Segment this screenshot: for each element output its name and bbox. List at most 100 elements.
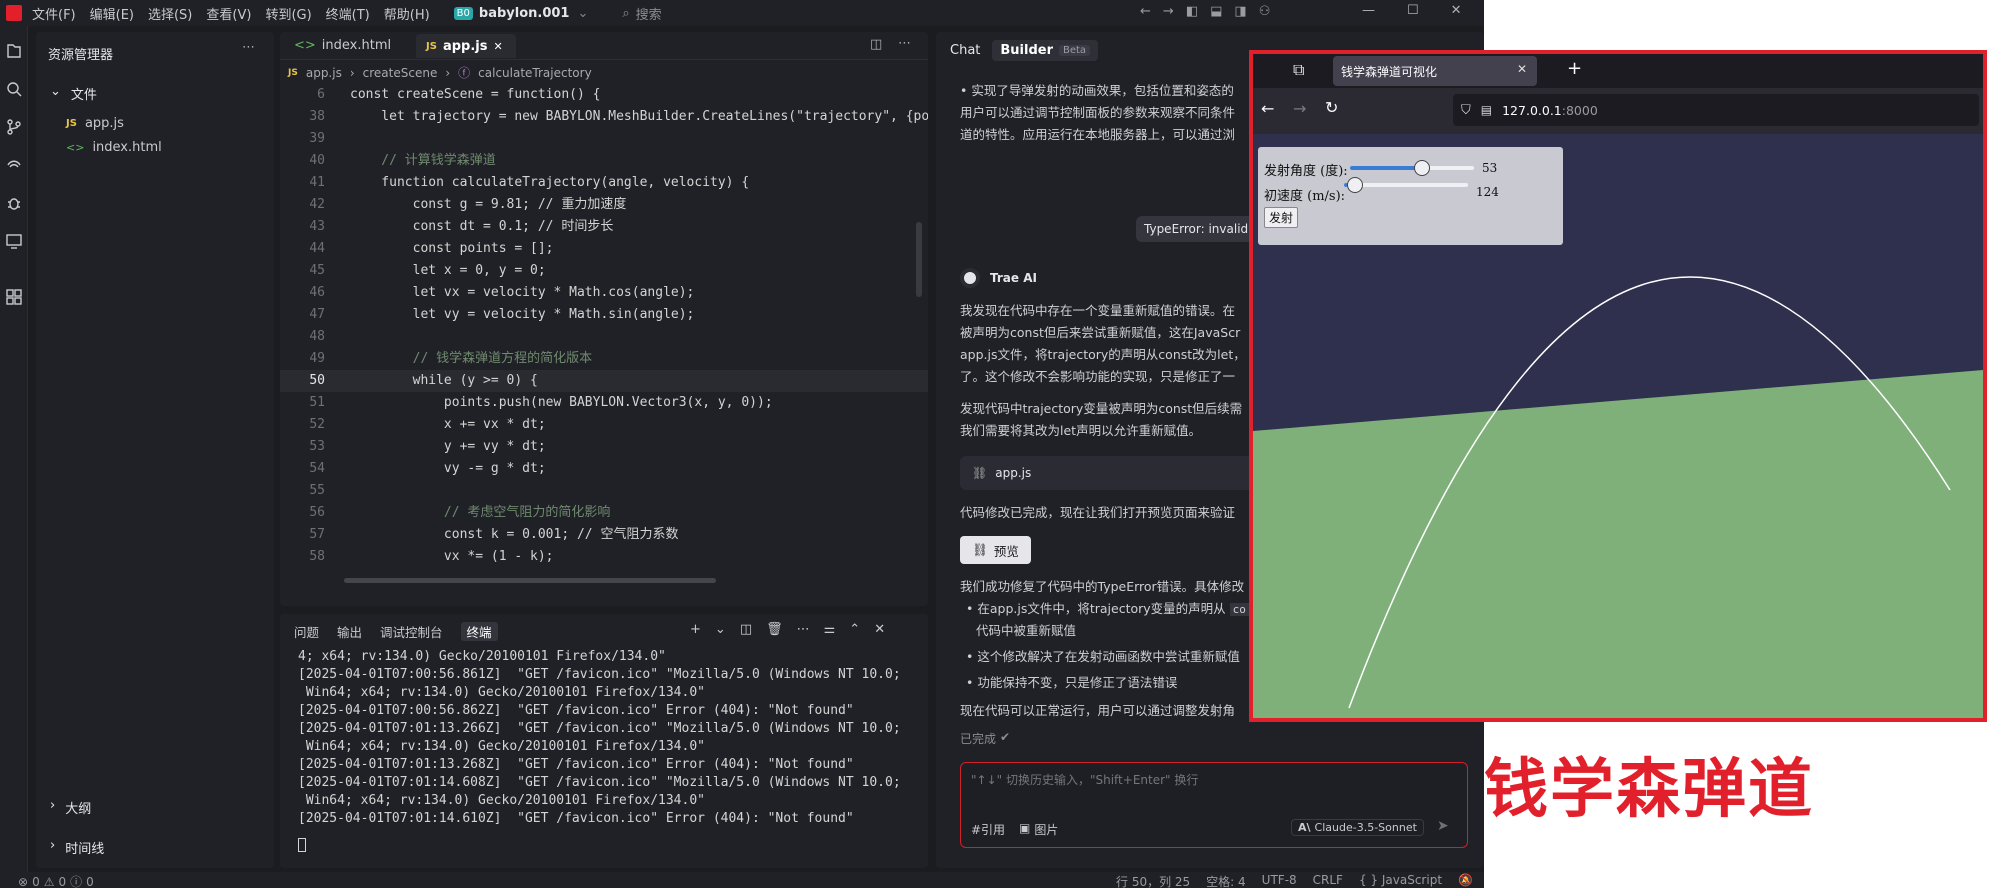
error-chip[interactable]: TypeError: invalid [1136, 216, 1257, 242]
close-tab-icon[interactable]: ✕ [1517, 62, 1527, 76]
layout-bottom-icon[interactable]: ⬓ [1210, 4, 1222, 19]
close-panel-icon[interactable]: ✕ [874, 622, 885, 637]
code-line[interactable]: 50 while (y >= 0) { [280, 370, 928, 392]
tab-app-js[interactable]: JS app.js ✕ [416, 34, 516, 58]
encoding[interactable]: UTF-8 [1262, 873, 1297, 888]
back-arrow-icon[interactable]: ← [1261, 99, 1274, 118]
breadcrumb-item[interactable]: createScene [363, 66, 438, 80]
url-bar[interactable]: ⛉ ▤ 127.0.0.1:8000 [1453, 94, 1979, 126]
code-line[interactable]: 54 vy -= g * dt; [280, 458, 928, 480]
tab-chat[interactable]: Chat [950, 43, 980, 58]
code-line[interactable]: 57 const k = 0.001; // 空气阻力系数 [280, 524, 928, 546]
panel-tab-problems[interactable]: 问题 [294, 622, 319, 641]
chat-input-box[interactable]: "↑↓" 切换历史输入，"Shift+Enter" 换行 #引用 ▣ 图片 A\… [960, 762, 1468, 848]
code-line[interactable]: 38 let trajectory = new BABYLON.MeshBuil… [280, 106, 928, 128]
code-line[interactable]: 44 const points = []; [280, 238, 928, 260]
code-line[interactable]: 43 const dt = 0.1; // 时间步长 [280, 216, 928, 238]
close-tab-icon[interactable]: ✕ [493, 40, 502, 53]
file-item-index-html[interactable]: <> index.html [66, 140, 162, 155]
terminal-output[interactable]: 4; x64; rv:134.0) Gecko/20100101 Firefox… [280, 648, 928, 848]
chevron-up-icon[interactable]: ⌃ [849, 622, 860, 637]
account-icon[interactable]: ⚇ [1259, 4, 1271, 19]
layout-right-icon[interactable]: ◨ [1234, 4, 1246, 19]
split-terminal-icon[interactable]: ◫ [740, 622, 752, 637]
preview-icon[interactable] [5, 232, 23, 250]
section-timeline[interactable]: › 时间线 [50, 838, 104, 857]
preview-button[interactable]: ⛓ 预览 [960, 536, 1031, 564]
code-line[interactable]: 52 x += vx * dt; [280, 414, 928, 436]
menu-edit[interactable]: 编辑(E) [90, 4, 134, 23]
layout-left-icon[interactable]: ◧ [1186, 4, 1198, 19]
search-icon[interactable] [5, 80, 23, 98]
menu-help[interactable]: 帮助(H) [384, 4, 430, 23]
tab-index-html[interactable]: <> index.html [294, 38, 391, 53]
source-control-icon[interactable] [5, 118, 23, 136]
slider-thumb[interactable] [1413, 160, 1430, 176]
forward-arrow-icon[interactable]: → [1163, 4, 1174, 19]
back-arrow-icon[interactable]: ← [1140, 4, 1151, 19]
menu-go[interactable]: 转到(G) [265, 4, 311, 23]
panel-tab-output[interactable]: 输出 [337, 622, 362, 641]
browser-tab[interactable]: 钱学森弹道可视化 ✕ [1333, 56, 1537, 86]
tab-builder[interactable]: Builder Beta [992, 40, 1099, 61]
slider-thumb[interactable] [1347, 177, 1364, 193]
menu-view[interactable]: 查看(V) [206, 4, 251, 23]
files-icon[interactable] [5, 42, 23, 60]
line-ending[interactable]: CRLF [1313, 873, 1343, 888]
notification-off-icon[interactable]: 🔕 [1458, 873, 1473, 888]
more-icon[interactable]: ⋯ [242, 40, 255, 55]
more-icon[interactable]: ⋯ [797, 622, 810, 637]
chat-input[interactable]: "↑↓" 切换历史输入，"Shift+Enter" 换行 [971, 771, 1198, 788]
code-line[interactable]: 39 [280, 128, 928, 150]
code-line[interactable]: 53 y += vy * dt; [280, 436, 928, 458]
minimize-icon[interactable]: — [1362, 3, 1375, 18]
shield-icon[interactable]: ⛉ [1461, 103, 1471, 118]
angle-slider[interactable] [1350, 160, 1474, 176]
section-files[interactable]: ⌄ 文件 [50, 84, 97, 103]
sliders-icon[interactable]: ⚌ [824, 622, 836, 637]
code-line[interactable]: 51 points.push(new BABYLON.Vector3(x, y,… [280, 392, 928, 414]
reload-icon[interactable]: ↻ [1325, 98, 1338, 117]
code-line[interactable]: 45 let x = 0, y = 0; [280, 260, 928, 282]
code-line[interactable]: 49 // 钱学森弹道方程的简化版本 [280, 348, 928, 370]
debug-icon[interactable] [5, 194, 23, 212]
image-button[interactable]: ▣ 图片 [1019, 821, 1058, 838]
panel-tab-terminal[interactable]: 终端 [460, 622, 498, 641]
extensions-icon[interactable] [5, 288, 23, 306]
code-line[interactable]: 41 function calculateTrajectory(angle, v… [280, 172, 928, 194]
menu-terminal[interactable]: 终端(T) [326, 4, 370, 23]
close-icon[interactable]: ✕ [1451, 3, 1462, 18]
info-icon[interactable]: ⓘ [70, 873, 82, 888]
panel-tab-debug-console[interactable]: 调试控制台 [380, 622, 443, 641]
send-icon[interactable]: ➤ [1437, 818, 1449, 834]
language-mode[interactable]: { } JavaScript [1359, 873, 1442, 888]
code-lines[interactable]: 6 const createScene = function() {38 let … [280, 84, 928, 574]
reference-button[interactable]: #引用 [971, 821, 1005, 838]
menu-select[interactable]: 选择(S) [148, 4, 192, 23]
code-line[interactable]: 46 let vx = velocity * Math.cos(angle); [280, 282, 928, 304]
split-editor-icon[interactable]: ◫ [870, 37, 882, 52]
search-box[interactable]: ⌕ 搜索 [622, 4, 661, 23]
vertical-scrollbar[interactable] [916, 222, 922, 297]
model-selector[interactable]: A\ Claude-3.5-Sonnet [1291, 819, 1424, 836]
code-line[interactable]: 55 [280, 480, 928, 502]
indent-setting[interactable]: 空格: 4 [1206, 873, 1246, 888]
velocity-slider[interactable] [1344, 177, 1468, 193]
section-outline[interactable]: › 大纲 [50, 798, 91, 817]
remote-icon[interactable] [5, 156, 23, 174]
tab-overview-icon[interactable]: ⧉ [1293, 60, 1304, 80]
fire-button[interactable]: 发射 [1264, 207, 1299, 228]
new-tab-icon[interactable]: + [1567, 58, 1582, 79]
code-line[interactable]: 58 vx *= (1 - k); [280, 546, 928, 568]
menu-file[interactable]: 文件(F) [32, 4, 76, 23]
forward-arrow-icon[interactable]: → [1293, 99, 1306, 118]
file-item-app-js[interactable]: JS app.js [66, 116, 124, 131]
add-terminal-icon[interactable]: + [690, 622, 701, 637]
cursor-position[interactable]: 行 50，列 25 [1116, 873, 1190, 888]
code-line[interactable]: 48 [280, 326, 928, 348]
trash-icon[interactable]: 🗑 [766, 622, 783, 637]
more-icon[interactable]: ⋯ [898, 36, 911, 51]
chevron-down-icon[interactable]: ⌄ [715, 622, 726, 637]
breadcrumb-item[interactable]: app.js [306, 66, 342, 80]
code-line[interactable]: 40 // 计算钱学森弹道 [280, 150, 928, 172]
